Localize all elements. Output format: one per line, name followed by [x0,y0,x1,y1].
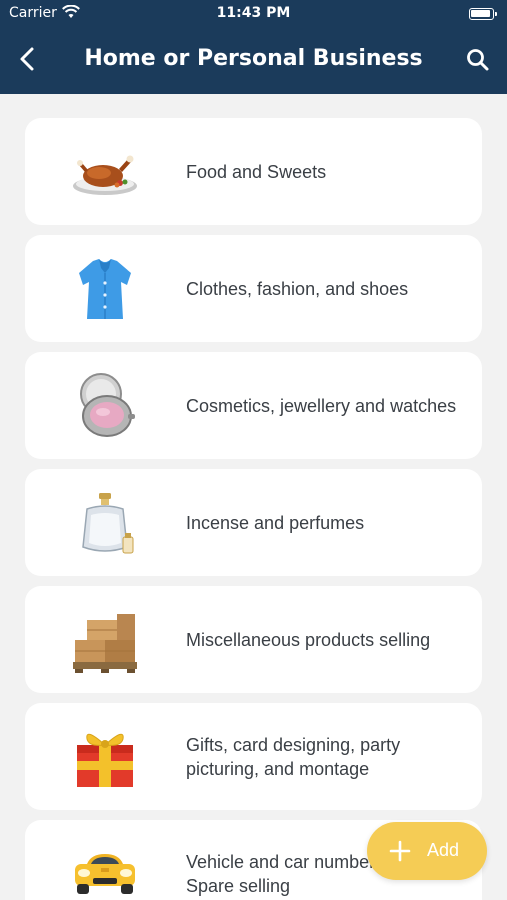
category-item-cosmetics[interactable]: Cosmetics, jewellery and watches [25,352,482,459]
category-label: Gifts, card designing, party picturing, … [186,734,401,779]
shirt-icon [79,259,131,319]
add-button[interactable]: Add [367,822,487,880]
category-label: Food and Sweets [186,161,327,182]
category-list: Food and Sweets Clothes, fashion, and sh… [25,118,482,900]
plus-icon [389,840,411,862]
perfume-icon [82,493,134,554]
category-item-gifts[interactable]: Gifts, card designing, party picturing, … [25,703,482,810]
status-bar: Carrier 11:43 PM [0,0,507,30]
chevron-left-icon [20,47,34,71]
app-header: Carrier 11:43 PM Home or Personal Busine… [0,0,507,94]
status-time: 11:43 PM [216,5,291,21]
add-button-label: Add [427,840,460,860]
boxes-pallet-icon [73,614,137,673]
category-label: Clothes, fashion, and shoes [186,278,409,299]
car-icon [75,854,135,894]
category-item-perfumes[interactable]: Incense and perfumes [25,469,482,576]
category-item-clothes[interactable]: Clothes, fashion, and shoes [25,235,482,342]
category-item-misc[interactable]: Miscellaneous products selling [25,586,482,693]
gift-box-icon [77,733,133,787]
compact-powder-icon [80,373,135,437]
back-button[interactable] [12,42,44,76]
search-button[interactable] [463,44,493,76]
category-label: Incense and perfumes [186,512,365,533]
battery-icon [469,8,497,20]
roast-chicken-icon [73,155,137,195]
category-item-food[interactable]: Food and Sweets [25,118,482,225]
category-label: Cosmetics, jewellery and watches [186,395,457,416]
category-label: Miscellaneous products selling [186,629,431,650]
page-title: Home or Personal Business [84,46,423,71]
search-icon [467,49,489,71]
